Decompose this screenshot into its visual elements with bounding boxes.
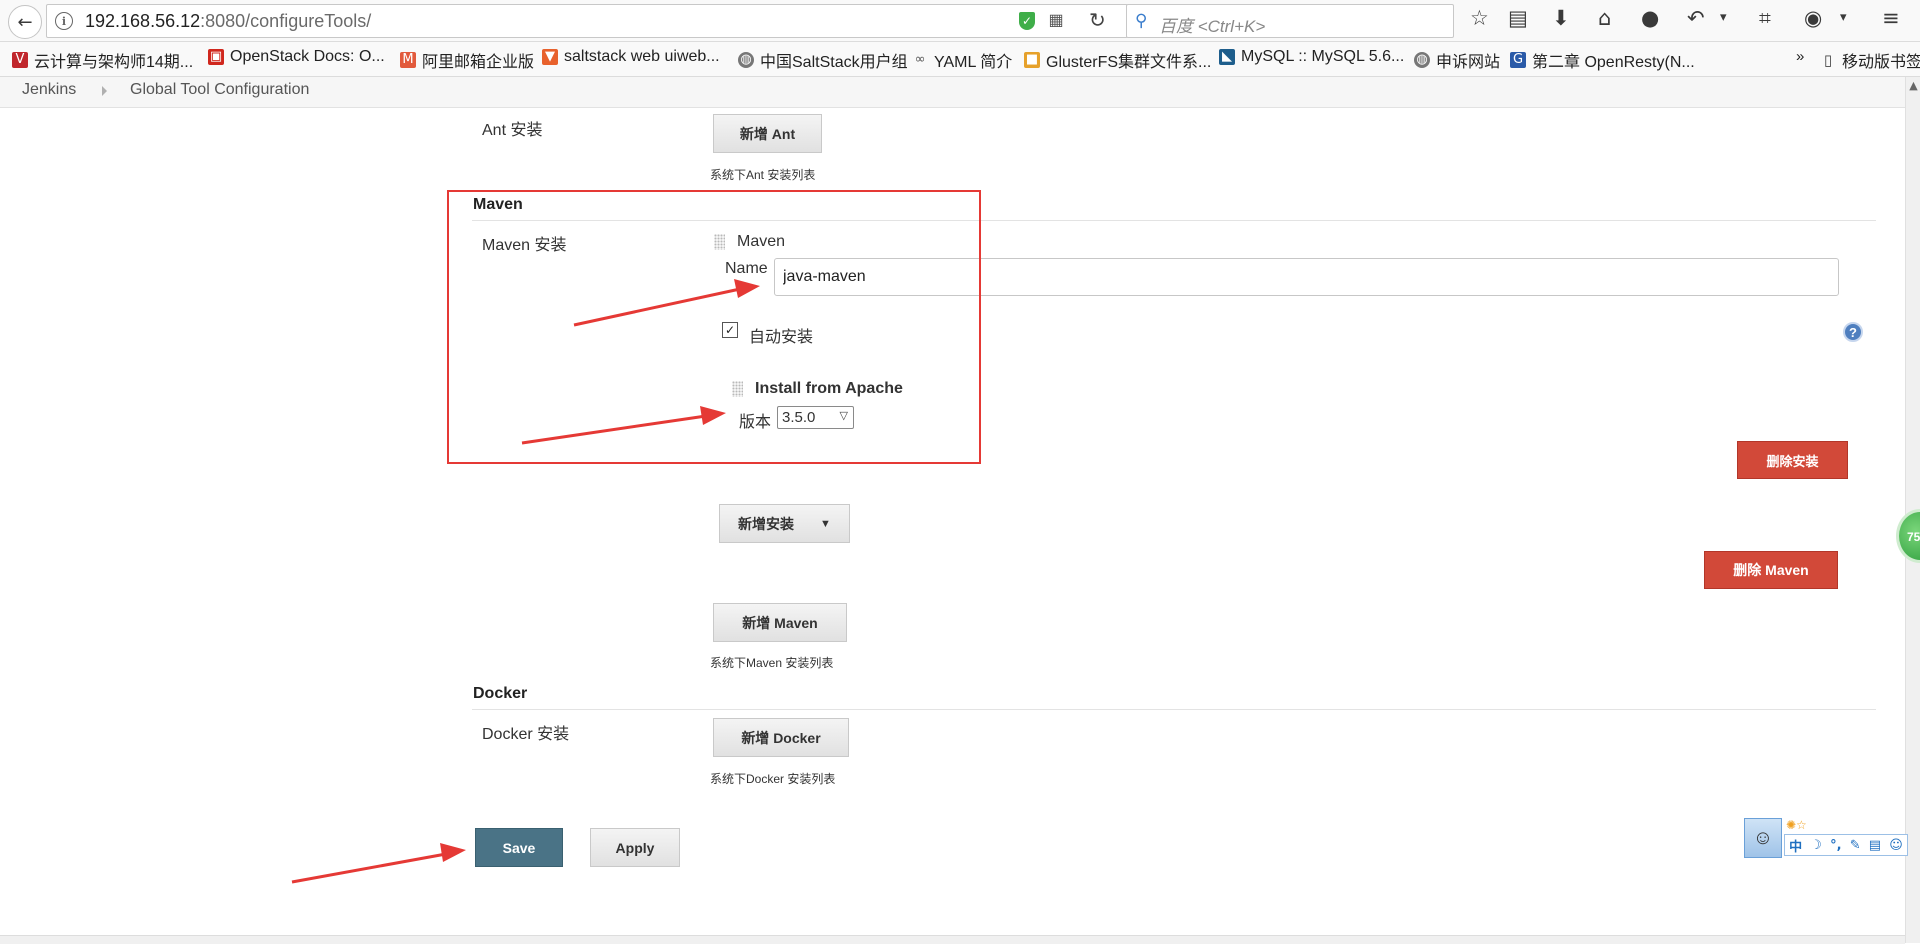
arrow-to-installer xyxy=(521,406,726,445)
clipboard-icon[interactable]: ▤ xyxy=(1869,838,1881,853)
arrow-to-save xyxy=(291,843,466,884)
wrench-icon[interactable]: ✎ xyxy=(1850,838,1861,853)
smiley-icon[interactable]: ☺ xyxy=(1889,838,1903,853)
ime-toolbar[interactable]: ☺ ✺☆ 中 ☽ °, ✎ ▤ ☺ xyxy=(1744,818,1908,858)
moon-icon[interactable]: ☽ xyxy=(1810,838,1822,853)
punctuation-icon[interactable]: °, xyxy=(1830,838,1841,853)
ime-strip[interactable]: 中 ☽ °, ✎ ▤ ☺ xyxy=(1784,834,1908,856)
annotation-arrows xyxy=(291,279,760,884)
avatar[interactable]: ☺ xyxy=(1744,818,1782,858)
ime-chinese-mode[interactable]: 中 xyxy=(1789,836,1802,855)
sun-icon: ✺☆ xyxy=(1786,818,1807,832)
arrow-to-name-field xyxy=(573,279,760,327)
